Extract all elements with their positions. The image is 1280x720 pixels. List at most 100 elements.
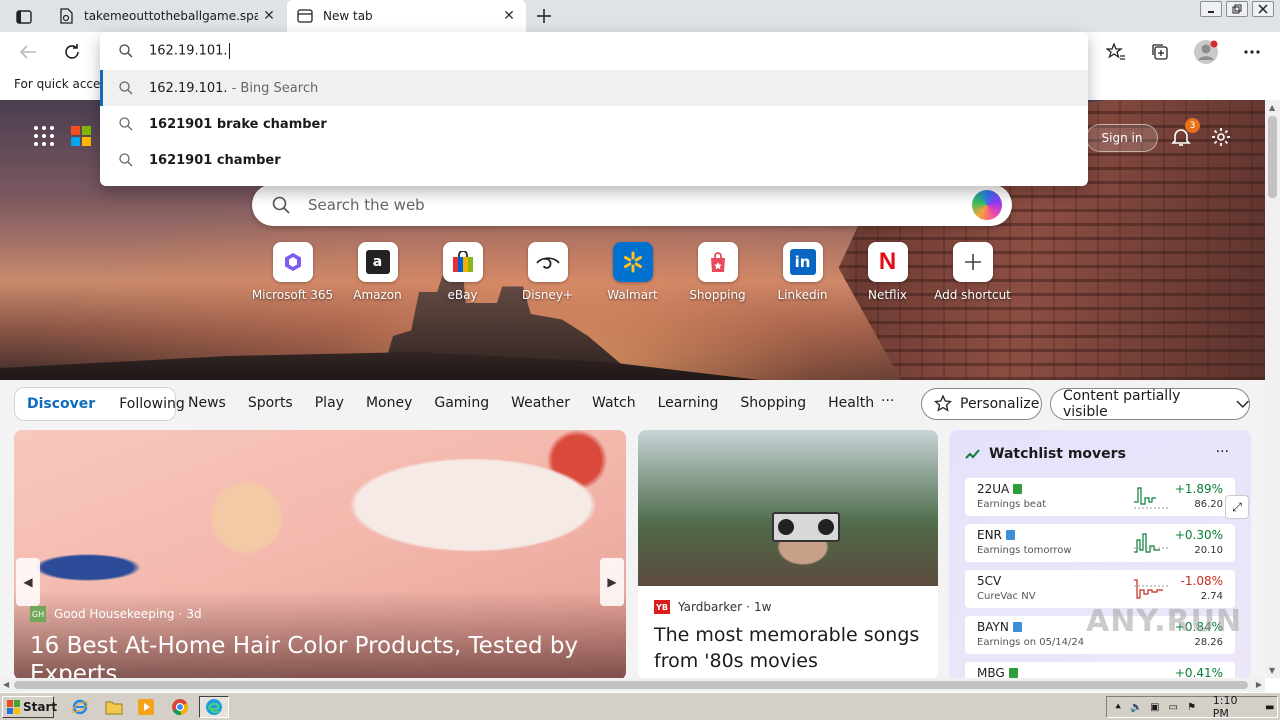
netflix-icon: N — [867, 242, 908, 282]
favorites-button[interactable] — [1102, 38, 1130, 66]
vertical-scrollbar[interactable]: ▲ ▼ — [1265, 100, 1280, 678]
suggestion-item[interactable]: 1621901 chamber — [100, 142, 1088, 178]
shortcut-microsoft-365[interactable]: Microsoft 365 — [250, 242, 335, 312]
tray-expand-icon[interactable]: ⯅ — [1111, 699, 1125, 715]
watchlist-row[interactable]: 22UA Earnings beat +1.89% 86.20 — [965, 478, 1235, 516]
taskbar-edge[interactable] — [199, 696, 229, 718]
network-icon[interactable]: ▣ — [1148, 699, 1162, 715]
scroll-thumb[interactable] — [1268, 116, 1277, 198]
tab-close-icon[interactable]: ✕ — [498, 5, 520, 27]
scroll-up-arrow-icon[interactable]: ▲ — [1269, 103, 1275, 112]
restore-button[interactable] — [1226, 1, 1248, 17]
taskbar-explorer[interactable] — [102, 696, 126, 718]
refresh-button[interactable] — [58, 38, 86, 66]
m365-icon — [272, 242, 313, 282]
suggestion-item[interactable]: 1621901 brake chamber — [100, 106, 1088, 142]
shortcut-label: Walmart — [607, 288, 658, 302]
content-visibility-dropdown[interactable]: Content partially visible — [1050, 388, 1250, 420]
collections-button[interactable] — [1146, 38, 1174, 66]
tab-following[interactable]: Following — [107, 396, 197, 412]
watchlist-row[interactable]: MBG +0.41% — [965, 662, 1235, 678]
nav-sports[interactable]: Sports — [248, 395, 293, 411]
suggestion-text: 1621901 brake chamber — [149, 116, 327, 132]
nav-weather[interactable]: Weather — [511, 395, 570, 411]
start-label: Start — [23, 700, 58, 714]
card-headline[interactable]: 16 Best At-Home Hair Color Products, Tes… — [30, 632, 610, 678]
sign-in-button[interactable]: Sign in — [1086, 124, 1158, 152]
display-icon[interactable]: ▭ — [1166, 699, 1180, 715]
close-window-button[interactable] — [1252, 1, 1274, 17]
nav-learning[interactable]: Learning — [658, 395, 719, 411]
scroll-left-arrow-icon[interactable]: ◀ — [3, 680, 9, 689]
news-card-hair-color[interactable]: ◀ ▶ GH Good Housekeeping · 3d 16 Best At… — [14, 430, 626, 678]
source-name: Yardbarker — [678, 600, 743, 614]
shortcut-amazon[interactable]: a Amazon — [335, 242, 420, 312]
app-launcher-icon[interactable] — [34, 126, 54, 146]
taskbar-clock[interactable]: 1:10 PM — [1213, 694, 1253, 720]
expand-icon[interactable]: ⤢ — [1225, 495, 1249, 519]
nav-gaming[interactable]: Gaming — [434, 395, 489, 411]
back-button[interactable] — [14, 38, 42, 66]
minimize-button[interactable] — [1200, 1, 1222, 17]
new-tab-page: Sign in 3 Search the web Microsoft 365 a… — [0, 100, 1265, 678]
shortcut-linkedin[interactable]: in Linkedin — [760, 242, 845, 312]
web-search-box[interactable]: Search the web — [252, 184, 1012, 226]
shortcut-ebay[interactable]: eBay — [420, 242, 505, 312]
flag-icon[interactable]: ⚑ — [1184, 699, 1198, 715]
microsoft-logo-icon[interactable] — [71, 126, 91, 146]
nav-play[interactable]: Play — [315, 395, 344, 411]
card-source: GH Good Housekeeping · 3d — [30, 606, 202, 622]
watchlist-row[interactable]: ENR Earnings tomorrow +0.30% 20.10 — [965, 524, 1235, 562]
nav-money[interactable]: Money — [366, 395, 412, 411]
stock-subtitle: CureVac NV — [977, 591, 1036, 602]
notifications-button[interactable]: 3 — [1168, 118, 1200, 150]
tab-new-tab[interactable]: New tab ✕ — [287, 0, 526, 32]
page-settings-button[interactable] — [1208, 124, 1234, 150]
hero-hill — [0, 352, 760, 380]
collections-icon — [1152, 44, 1168, 60]
nav-shopping[interactable]: Shopping — [740, 395, 806, 411]
horizontal-scrollbar[interactable]: ◀ ▶ — [0, 678, 1265, 692]
shortcut-add[interactable]: Add shortcut — [930, 242, 1015, 312]
copilot-icon[interactable] — [972, 190, 1002, 220]
card-headline[interactable]: The most memorable songs from '80s movie… — [654, 622, 924, 674]
scroll-down-arrow-icon[interactable]: ▼ — [1269, 666, 1275, 675]
carousel-prev-button[interactable]: ◀ — [16, 558, 40, 606]
window-controls — [1200, 0, 1274, 18]
tab-close-icon[interactable]: ✕ — [258, 5, 280, 27]
news-card-80s-songs[interactable]: YB Yardbarker · 1w The most memorable so… — [638, 430, 938, 678]
address-input[interactable]: 162.19.101. — [149, 43, 230, 59]
shortcut-disney[interactable]: Disney+ — [505, 242, 590, 312]
scroll-right-arrow-icon[interactable]: ▶ — [1256, 680, 1262, 689]
watchlist-more-button[interactable]: ··· — [1216, 444, 1229, 460]
nav-news[interactable]: News — [188, 395, 226, 411]
taskbar-chrome[interactable] — [168, 696, 192, 718]
nav-more-button[interactable]: ··· — [881, 393, 894, 409]
tab-actions-button[interactable] — [10, 6, 38, 28]
suggestion-item[interactable]: 162.19.101. - Bing Search — [100, 70, 1088, 106]
shortcut-shopping[interactable]: Shopping — [675, 242, 760, 312]
start-button[interactable]: Start — [2, 696, 58, 718]
nav-health[interactable]: Health — [828, 395, 874, 411]
sparkline — [1134, 487, 1168, 509]
new-tab-button[interactable] — [532, 4, 556, 28]
show-desktop-icon[interactable]: ▬ — [1263, 699, 1277, 715]
taskbar-media-player[interactable] — [134, 696, 158, 718]
search-icon — [118, 152, 134, 168]
shortcut-walmart[interactable]: Walmart — [590, 242, 675, 312]
more-menu-button[interactable] — [1238, 38, 1266, 66]
nav-watch[interactable]: Watch — [592, 395, 636, 411]
shopping-bag-icon — [697, 242, 738, 282]
scroll-thumb[interactable] — [14, 681, 1248, 689]
volume-icon[interactable]: 🔈 — [1129, 699, 1143, 715]
search-icon — [118, 80, 134, 96]
profile-button[interactable] — [1192, 38, 1220, 66]
shortcut-netflix[interactable]: N Netflix — [845, 242, 930, 312]
tab-discover[interactable]: Discover — [15, 396, 107, 412]
personalize-button[interactable]: Personalize — [921, 388, 1042, 420]
address-bar[interactable]: 162.19.101. — [100, 32, 1088, 70]
taskbar-ie[interactable] — [68, 696, 92, 718]
tab-takemeout[interactable]: takemeouttotheballgame.space ✕ — [48, 0, 286, 32]
carousel-next-button[interactable]: ▶ — [600, 558, 624, 606]
watchlist-row[interactable]: 5CV CureVac NV -1.08% 2.74 — [965, 570, 1235, 608]
